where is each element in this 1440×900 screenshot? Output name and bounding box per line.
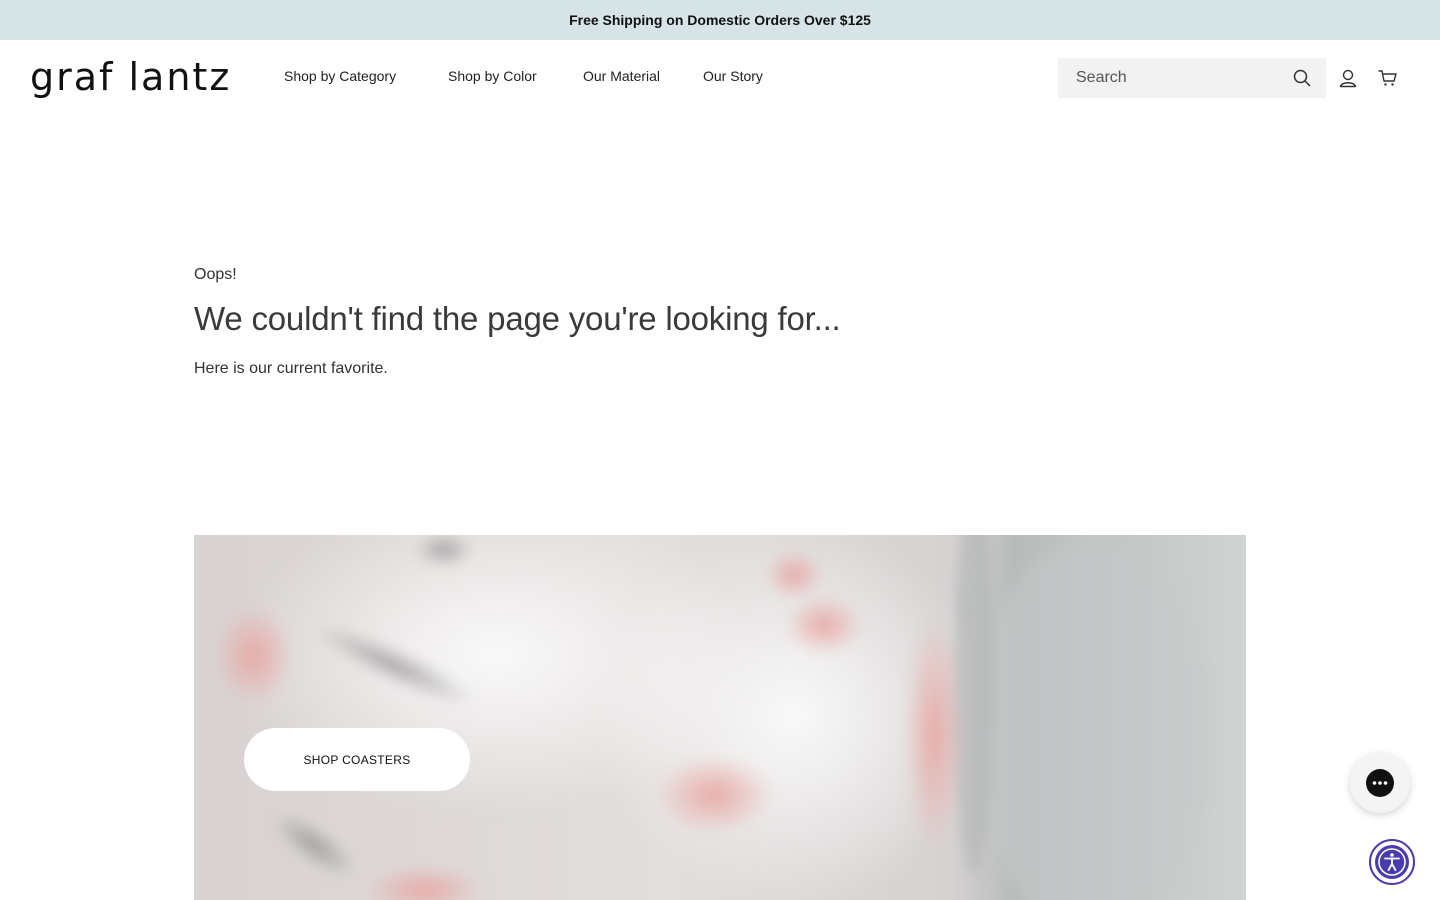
site-logo[interactable]: graf lantz bbox=[30, 54, 231, 100]
shop-coasters-button[interactable]: SHOP COASTERS bbox=[244, 728, 470, 791]
nav-our-material[interactable]: Our Material bbox=[583, 68, 660, 84]
hero-banner: SHOP COASTERS bbox=[194, 535, 1246, 900]
announcement-bar: Free Shipping on Domestic Orders Over $1… bbox=[0, 0, 1440, 40]
search-input[interactable] bbox=[1074, 59, 1284, 97]
announcement-text: Free Shipping on Domestic Orders Over $1… bbox=[569, 12, 871, 28]
accessibility-icon bbox=[1375, 845, 1409, 879]
cart-icon[interactable] bbox=[1377, 67, 1399, 89]
hero-image bbox=[194, 535, 1246, 900]
subtitle-text: Here is our current favorite. bbox=[194, 360, 388, 377]
accessibility-button[interactable] bbox=[1369, 839, 1415, 885]
chat-widget-button[interactable] bbox=[1350, 753, 1410, 813]
search-box bbox=[1058, 58, 1326, 98]
chat-bubble-icon bbox=[1366, 769, 1394, 797]
nav-shop-by-color[interactable]: Shop by Color bbox=[448, 68, 537, 84]
nav-shop-by-category[interactable]: Shop by Category bbox=[284, 68, 396, 84]
search-icon[interactable] bbox=[1292, 68, 1312, 88]
nav-our-story[interactable]: Our Story bbox=[703, 68, 763, 84]
site-header: graf lantz Shop by Category Shop by Colo… bbox=[0, 40, 1440, 116]
eyebrow-text: Oops! bbox=[194, 266, 237, 283]
page-title: We couldn't find the page you're looking… bbox=[194, 300, 841, 337]
user-icon[interactable] bbox=[1337, 67, 1359, 89]
